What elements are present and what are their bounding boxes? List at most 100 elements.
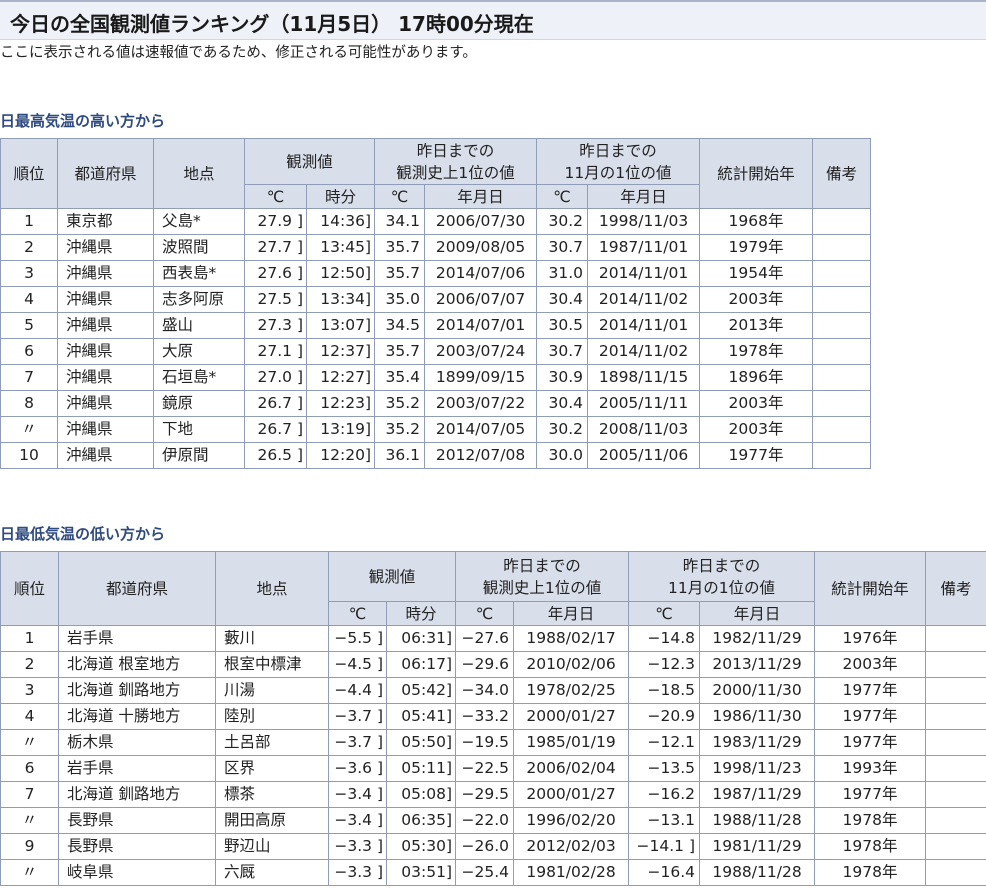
station-cell: 区界 <box>215 755 329 782</box>
hist-value-cell: 35.0 <box>374 286 426 313</box>
note-cell <box>925 703 986 730</box>
station-cell: 下地 <box>153 416 245 443</box>
pref-cell: 沖縄県 <box>57 312 154 339</box>
table-row: 10 沖縄県 伊原間 26.5 ] 12:20] 36.1 2012/07/08 30.0 20… <box>0 442 872 469</box>
high-temp-table: 順位 都道府県 地点 観測値 昨日までの 観測史上1位の値 昨日までの 11月の… <box>0 138 872 469</box>
obs-time-cell: 06:17] <box>385 651 457 678</box>
start-year-cell: 1977年 <box>699 442 814 469</box>
pref-cell: 東京都 <box>57 208 154 235</box>
start-year-cell: 1977年 <box>814 729 927 756</box>
obs-value-cell: −5.5 ] <box>328 625 387 652</box>
month-value-cell: 30.4 <box>536 390 589 417</box>
hist-date-cell: 2012/07/08 <box>424 442 538 469</box>
month-date-cell: 1981/11/29 <box>699 833 816 860</box>
start-year-cell: 1978年 <box>814 807 927 834</box>
station-cell: 西表島* <box>153 260 245 287</box>
table-row: 5 沖縄県 盛山 27.3 ] 13:07] 34.5 2014/07/01 30.5 2014… <box>0 312 872 339</box>
header-time: 時分 <box>305 184 376 209</box>
obs-time-cell: 12:23] <box>305 390 376 417</box>
month-value-cell: −14.8 <box>628 625 701 652</box>
note-cell <box>925 651 986 678</box>
month-date-cell: 2014/11/01 <box>587 312 701 339</box>
header-rank: 順位 <box>0 551 59 626</box>
pref-cell: 北海道 十勝地方 <box>58 703 216 730</box>
start-year-cell: 2003年 <box>699 416 814 443</box>
hist-date-cell: 1981/02/28 <box>513 859 630 886</box>
start-year-cell: 1977年 <box>814 703 927 730</box>
rank-cell: 4 <box>0 286 58 313</box>
note-cell <box>925 781 986 808</box>
month-date-cell: 2013/11/29 <box>699 651 816 678</box>
obs-value-cell: −4.4 ] <box>328 677 387 704</box>
station-cell: 伊原間 <box>153 442 245 469</box>
month-date-cell: 2014/11/01 <box>587 260 701 287</box>
station-cell: 六厩 <box>215 859 329 886</box>
hist-value-cell: 34.1 <box>374 208 426 235</box>
hist-value-cell: −33.2 <box>455 703 515 730</box>
note-cell <box>812 286 872 313</box>
hist-value-cell: −27.6 <box>455 625 515 652</box>
month-value-cell: −14.1 ] <box>628 833 701 860</box>
station-cell: 陸別 <box>215 703 329 730</box>
obs-value-cell: 27.6 ] <box>244 260 307 287</box>
hist-value-cell: −26.0 <box>455 833 515 860</box>
table-row: 〃岐阜県 六厩 −3.3 ] 03:51] −25.4 1981/02/28 −16.4 19… <box>0 859 986 886</box>
hist-date-cell: 1996/02/20 <box>513 807 630 834</box>
obs-time-cell: 05:42] <box>385 677 457 704</box>
station-cell: 父島* <box>153 208 245 235</box>
table-row: 〃沖縄県 下地 26.7 ] 13:19] 35.2 2014/07/05 30.2 2008… <box>0 416 872 443</box>
obs-value-cell: 27.5 ] <box>244 286 307 313</box>
pref-cell: 北海道 釧路地方 <box>58 677 216 704</box>
obs-value-cell: 27.9 ] <box>244 208 307 235</box>
header-deg: ℃ <box>244 184 307 209</box>
start-year-cell: 1976年 <box>814 625 927 652</box>
start-year-cell: 1993年 <box>814 755 927 782</box>
hist-value-cell: 35.7 <box>374 260 426 287</box>
obs-time-cell: 13:45] <box>305 234 376 261</box>
rank-cell: 9 <box>0 833 59 860</box>
header-pref: 都道府県 <box>58 551 216 626</box>
pref-cell: 長野県 <box>58 833 216 860</box>
header-deg: ℃ <box>536 184 589 209</box>
pref-cell: 沖縄県 <box>57 338 154 365</box>
station-cell: 根室中標津 <box>215 651 329 678</box>
station-cell: 盛山 <box>153 312 245 339</box>
table-row: 8 沖縄県 鏡原 26.7 ] 12:23] 35.2 2003/07/22 30.4 2005… <box>0 390 872 417</box>
start-year-cell: 1977年 <box>814 781 927 808</box>
pref-cell: 栃木県 <box>58 729 216 756</box>
station-cell: 石垣島* <box>153 364 245 391</box>
note-cell <box>925 677 986 704</box>
rank-cell: 4 <box>0 703 59 730</box>
note-cell <box>925 807 986 834</box>
hist-date-cell: 2009/08/05 <box>424 234 538 261</box>
pref-cell: 沖縄県 <box>57 364 154 391</box>
note-cell <box>812 312 872 339</box>
hist-value-cell: −19.5 <box>455 729 515 756</box>
pref-cell: 北海道 根室地方 <box>58 651 216 678</box>
page-title: 今日の全国観測値ランキング（11月5日） 17時00分現在 <box>10 12 534 36</box>
station-cell: 鏡原 <box>153 390 245 417</box>
rank-cell: 8 <box>0 390 58 417</box>
obs-value-cell: 27.1 ] <box>244 338 307 365</box>
hist-value-cell: −34.0 <box>455 677 515 704</box>
table-row: 〃栃木県 土呂部 −3.7 ] 05:50] −19.5 1985/01/19 −12.1 1… <box>0 729 986 756</box>
hist-date-cell: 2006/07/07 <box>424 286 538 313</box>
month-value-cell: −12.1 <box>628 729 701 756</box>
obs-time-cell: 13:19] <box>305 416 376 443</box>
hist-date-cell: 2006/02/04 <box>513 755 630 782</box>
note-cell <box>925 729 986 756</box>
table-row: 9 長野県 野辺山 −3.3 ] 05:30] −26.0 2012/02/03 −14.1 … <box>0 833 986 860</box>
obs-time-cell: 03:51] <box>385 859 457 886</box>
month-date-cell: 1998/11/03 <box>587 208 701 235</box>
month-date-cell: 1988/11/28 <box>699 807 816 834</box>
hist-value-cell: 35.4 <box>374 364 426 391</box>
month-date-cell: 1986/11/30 <box>699 703 816 730</box>
hist-value-cell: 34.5 <box>374 312 426 339</box>
obs-value-cell: 26.7 ] <box>244 416 307 443</box>
obs-time-cell: 05:11] <box>385 755 457 782</box>
pref-cell: 岩手県 <box>58 755 216 782</box>
month-value-cell: 31.0 <box>536 260 589 287</box>
start-year-cell: 1896年 <box>699 364 814 391</box>
obs-time-cell: 13:07] <box>305 312 376 339</box>
start-year-cell: 1978年 <box>814 859 927 886</box>
